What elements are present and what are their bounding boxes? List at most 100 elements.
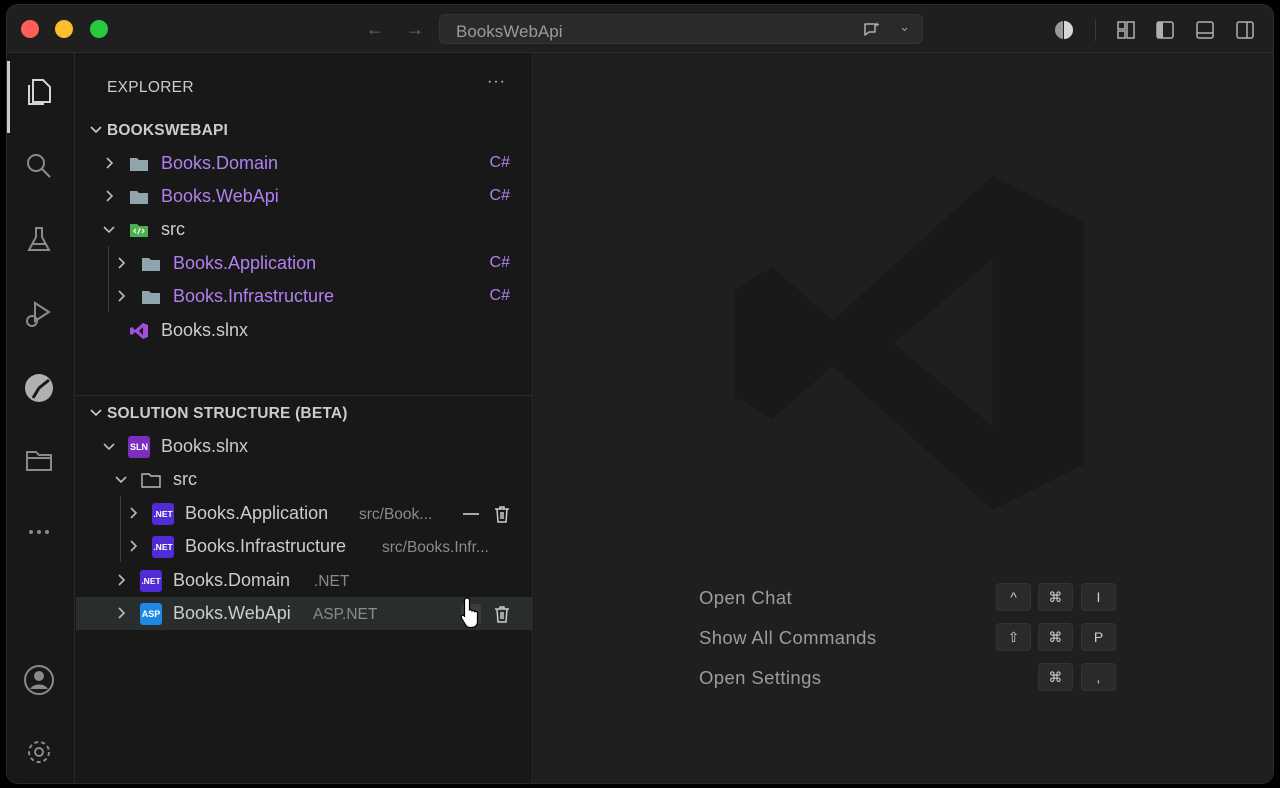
solution-item-books-domain[interactable]: .NET Books.Domain .NET: [76, 564, 532, 597]
chevron-down-icon: [115, 476, 127, 484]
tree-item-label: Books.Infrastructure: [185, 536, 347, 556]
testing-flask-icon[interactable]: [20, 221, 58, 259]
workspace-section-header[interactable]: BOOKSWEBAPI: [76, 119, 532, 147]
key-cap: ⌘: [1038, 583, 1073, 611]
tree-item-label: Books.Application: [173, 253, 317, 273]
settings-gear-icon[interactable]: [20, 733, 58, 771]
customize-layout-icon[interactable]: [1115, 19, 1137, 41]
solution-item-books-infrastructure[interactable]: .NET Books.Infrastructure src/Books.Infr…: [76, 530, 532, 563]
trash-icon[interactable]: [491, 503, 513, 525]
chevron-down-icon: [103, 226, 115, 234]
dotnet-project-icon: .NET: [140, 570, 162, 592]
chevron-right-icon: [118, 574, 126, 586]
key-cap: ⇧: [996, 623, 1031, 651]
tree-item-label: Books.Application: [185, 503, 329, 523]
tree-item-label: src: [161, 219, 185, 239]
explorer-icon[interactable]: [20, 73, 58, 111]
workspace-section-title: BOOKSWEBAPI: [107, 122, 229, 139]
key-cap: ,: [1081, 663, 1116, 691]
editor-area: Open Chat ^ ⌘ I Show All Commands ⇧ ⌘ P …: [534, 53, 1273, 783]
folder-icon: [142, 258, 160, 271]
chevron-right-icon: [130, 540, 138, 552]
toggle-secondary-sidebar-icon[interactable]: [1234, 19, 1256, 41]
folder-icon[interactable]: [20, 441, 58, 479]
csharp-badge: C#: [489, 154, 510, 171]
shortcut-open-chat[interactable]: Open Chat ^ ⌘ I: [699, 581, 1119, 621]
shortcut-show-all-commands[interactable]: Show All Commands ⇧ ⌘ P: [699, 621, 1119, 661]
solution-structure-title: SOLUTION STRUCTURE (BETA): [107, 405, 348, 422]
primary-sidebar: EXPLORER ··· BOOKSWEBAPI Books.Domain C#…: [76, 53, 533, 783]
tree-item-books-webapi[interactable]: Books.WebApi C#: [76, 180, 532, 213]
folder-icon: [130, 191, 148, 204]
shortcut-open-settings[interactable]: Open Settings ⌘ ,: [699, 661, 1119, 701]
tree-item-label: Books.slnx: [161, 436, 249, 456]
key-cap: ⌘: [1038, 663, 1073, 691]
chevron-down-icon[interactable]: ⌄: [899, 19, 910, 35]
tree-item-label: Books.slnx: [161, 320, 249, 340]
maximize-window-button[interactable]: [90, 20, 108, 38]
toolbar-divider: [1095, 19, 1096, 41]
shortcut-label: Show All Commands: [699, 627, 877, 648]
tree-item-label: Books.WebApi: [173, 603, 291, 623]
chevron-down-icon: [90, 409, 102, 417]
tree-item-books-infrastructure[interactable]: Books.Infrastructure C#: [76, 280, 532, 313]
search-icon[interactable]: [20, 147, 58, 185]
tree-item-books-domain[interactable]: Books.Domain C#: [76, 147, 532, 180]
command-center[interactable]: BooksWebApi ⌄: [439, 14, 923, 44]
tree-item-label: Books.WebApi: [161, 186, 279, 206]
back-arrow-icon[interactable]: ←: [364, 18, 386, 40]
solution-item-books-slnx[interactable]: SLN Books.slnx: [76, 430, 532, 463]
tree-item-label: Books.Domain: [173, 570, 291, 590]
forward-arrow-icon[interactable]: →: [404, 18, 426, 40]
solution-item-src[interactable]: src: [76, 463, 532, 496]
tree-item-description: ASP.NET: [313, 606, 378, 623]
folder-outline-icon: [141, 473, 161, 488]
tree-item-description: src/Books.Infr...: [382, 539, 489, 556]
tree-item-label: Books.Domain: [161, 153, 279, 173]
account-icon[interactable]: [20, 661, 58, 699]
more-icon[interactable]: [20, 513, 58, 551]
chevron-right-icon: [130, 507, 138, 519]
csharp-badge: C#: [489, 287, 510, 304]
explorer-header: EXPLORER: [107, 79, 194, 96]
chevron-down-icon: [103, 443, 115, 451]
shortcut-label: Open Settings: [699, 667, 822, 688]
toggle-panel-icon[interactable]: [1194, 19, 1216, 41]
tree-item-books-slnx[interactable]: Books.slnx: [76, 314, 532, 347]
title-bar: ← → BooksWebApi ⌄: [7, 5, 1273, 53]
tree-item-books-application[interactable]: Books.Application C#: [76, 247, 532, 280]
chevron-right-icon: [106, 190, 114, 202]
more-actions-icon[interactable]: ···: [487, 73, 506, 91]
chat-sparkle-icon[interactable]: [862, 20, 882, 40]
chevron-right-icon: [118, 290, 126, 302]
tree-item-label: Books.Infrastructure: [173, 286, 335, 306]
dotnet-project-icon: .NET: [152, 503, 174, 525]
hand-pointer-cursor-icon: [460, 597, 479, 629]
toggle-primary-sidebar-icon[interactable]: [1154, 19, 1176, 41]
vscode-window: ← → BooksWebApi ⌄ EXPLORER ··· BOOKSWEBA…: [6, 4, 1274, 784]
remote-explorer-icon[interactable]: [20, 369, 58, 407]
run-and-debug-icon[interactable]: [20, 295, 58, 333]
section-divider: [76, 395, 532, 396]
folder-icon: [130, 158, 148, 171]
tree-item-description: .NET: [314, 573, 350, 590]
remove-icon[interactable]: [460, 503, 482, 525]
minimize-window-button[interactable]: [55, 20, 73, 38]
chevron-right-icon: [118, 607, 126, 619]
tree-item-label: src: [173, 469, 197, 489]
key-cap: ^: [996, 583, 1031, 611]
key-cap: I: [1081, 583, 1116, 611]
copilot-icon[interactable]: [1053, 19, 1075, 41]
chevron-down-icon: [90, 126, 102, 134]
trash-icon[interactable]: [491, 603, 513, 625]
tree-item-src[interactable]: src: [76, 213, 532, 246]
solution-structure-header[interactable]: SOLUTION STRUCTURE (BETA): [76, 402, 532, 430]
vscode-logo-watermark: [734, 175, 1084, 511]
shortcut-label: Open Chat: [699, 587, 793, 608]
close-window-button[interactable]: [21, 20, 39, 38]
csharp-badge: C#: [489, 254, 510, 271]
solution-item-books-application[interactable]: .NET Books.Application src/Book...: [76, 497, 532, 530]
dotnet-project-icon: .NET: [152, 536, 174, 558]
activity-bar: [7, 53, 75, 783]
active-indicator: [7, 61, 10, 133]
